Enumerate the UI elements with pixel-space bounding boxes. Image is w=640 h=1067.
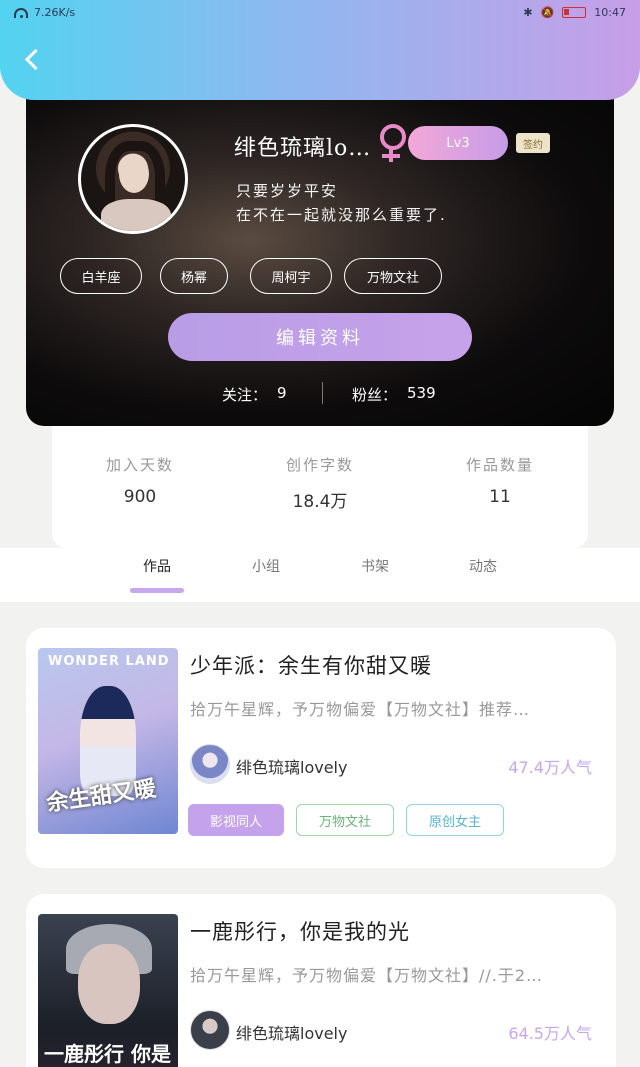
tab-bookshelf[interactable]: 书架 (345, 556, 405, 576)
stat-works-count: 作品数量 11 (430, 454, 570, 507)
status-bar: 7.26K/s ✱ 🔕 10:47 (0, 0, 640, 26)
bio-line-2: 在不在一起就没那么重要了. (236, 206, 447, 224)
bluetooth-icon: ✱ (523, 6, 533, 19)
profile-tag[interactable]: 万物文社 (344, 258, 442, 294)
following-value: 9 (277, 384, 287, 402)
bio-line-1: 只要岁岁平安 (236, 182, 339, 200)
work-card[interactable]: WONDER LAND 余生甜又暖 少年派：余生有你甜又暖 拾万午星辉，予万物偏… (26, 628, 616, 868)
profile-tag[interactable]: 周柯宇 (250, 258, 332, 294)
female-gender-icon-cross (382, 154, 400, 158)
stat-label: 加入天数 (105, 456, 174, 474)
network-speed: 7.26K/s (34, 6, 76, 19)
work-cover[interactable]: WONDER LAND 余生甜又暖 (38, 648, 178, 834)
work-tag[interactable]: 万物文社 (296, 804, 394, 836)
divider (322, 382, 323, 404)
tab-works[interactable]: 作品 (127, 556, 187, 576)
fans-value: 539 (407, 384, 436, 402)
profile-tag[interactable]: 白羊座 (60, 258, 142, 294)
work-tag[interactable]: 原创女主 (406, 804, 504, 836)
author-name[interactable]: 绯色琉璃lovely (236, 754, 347, 778)
fans-count[interactable]: 粉丝： 539 (352, 384, 436, 405)
cover-title: 一鹿彤行 你是我的光 (44, 1042, 171, 1066)
level-badge: Lv3 (408, 126, 508, 160)
stat-word-count: 创作字数 18.4万 (250, 454, 390, 512)
author-avatar[interactable] (190, 1010, 230, 1050)
profile-card: 绯色琉璃lo… Lv3 签约 只要岁岁平安 在不在一起就没那么重要了. 白羊座 … (26, 88, 614, 426)
profile-tag[interactable]: 杨幂 (160, 258, 228, 294)
work-cover[interactable]: 一鹿彤行 你是我的光 (38, 914, 178, 1067)
cover-top-text: WONDER LAND (48, 654, 170, 669)
work-title[interactable]: 一鹿彤行，你是我的光 (190, 916, 410, 946)
stat-value: 18.4万 (292, 492, 348, 512)
work-description: 拾万午星辉，予万物偏爱【万物文社】推荐… (190, 700, 531, 719)
username: 绯色琉璃lo… (234, 136, 372, 161)
author-name[interactable]: 绯色琉璃lovely (236, 1020, 347, 1044)
following-count[interactable]: 关注： 9 (222, 384, 287, 405)
active-tab-indicator (130, 588, 184, 593)
stat-value: 11 (489, 487, 511, 507)
signed-author-badge: 签约 (516, 133, 550, 153)
stat-value: 900 (123, 487, 157, 507)
cover-title: 余生甜又暖 (45, 776, 158, 817)
tab-activity[interactable]: 动态 (453, 556, 513, 576)
author-avatar[interactable] (190, 744, 230, 784)
stat-join-days: 加入天数 900 (70, 454, 210, 507)
fans-label: 粉丝： (352, 386, 398, 404)
popularity-count: 64.5万人气 (508, 1024, 592, 1043)
clock: 10:47 (594, 6, 626, 19)
tab-bar: 作品 小组 书架 动态 (0, 548, 640, 602)
stats-card: 加入天数 900 创作字数 18.4万 作品数量 11 (52, 424, 588, 548)
follow-stats: 关注： 9 粉丝： 539 (26, 380, 614, 410)
stat-label: 作品数量 (465, 456, 534, 474)
avatar[interactable] (78, 124, 188, 234)
work-title[interactable]: 少年派：余生有你甜又暖 (190, 650, 432, 680)
popularity-count: 47.4万人气 (508, 758, 592, 777)
wifi-icon (14, 7, 28, 18)
work-card[interactable]: 一鹿彤行 你是我的光 一鹿彤行，你是我的光 拾万午星辉，予万物偏爱【万物文社】/… (26, 894, 616, 1067)
tab-groups[interactable]: 小组 (236, 556, 296, 576)
mute-icon: 🔕 (540, 6, 555, 19)
edit-profile-button[interactable]: 编辑资料 (168, 313, 472, 361)
battery-icon (562, 7, 587, 18)
stat-label: 创作字数 (285, 456, 354, 474)
work-tag[interactable]: 影视同人 (188, 804, 284, 836)
following-label: 关注： (222, 386, 268, 404)
back-button[interactable] (22, 48, 44, 74)
work-description: 拾万午星辉，予万物偏爱【万物文社】//.于2… (190, 966, 544, 985)
female-gender-icon (376, 124, 406, 164)
